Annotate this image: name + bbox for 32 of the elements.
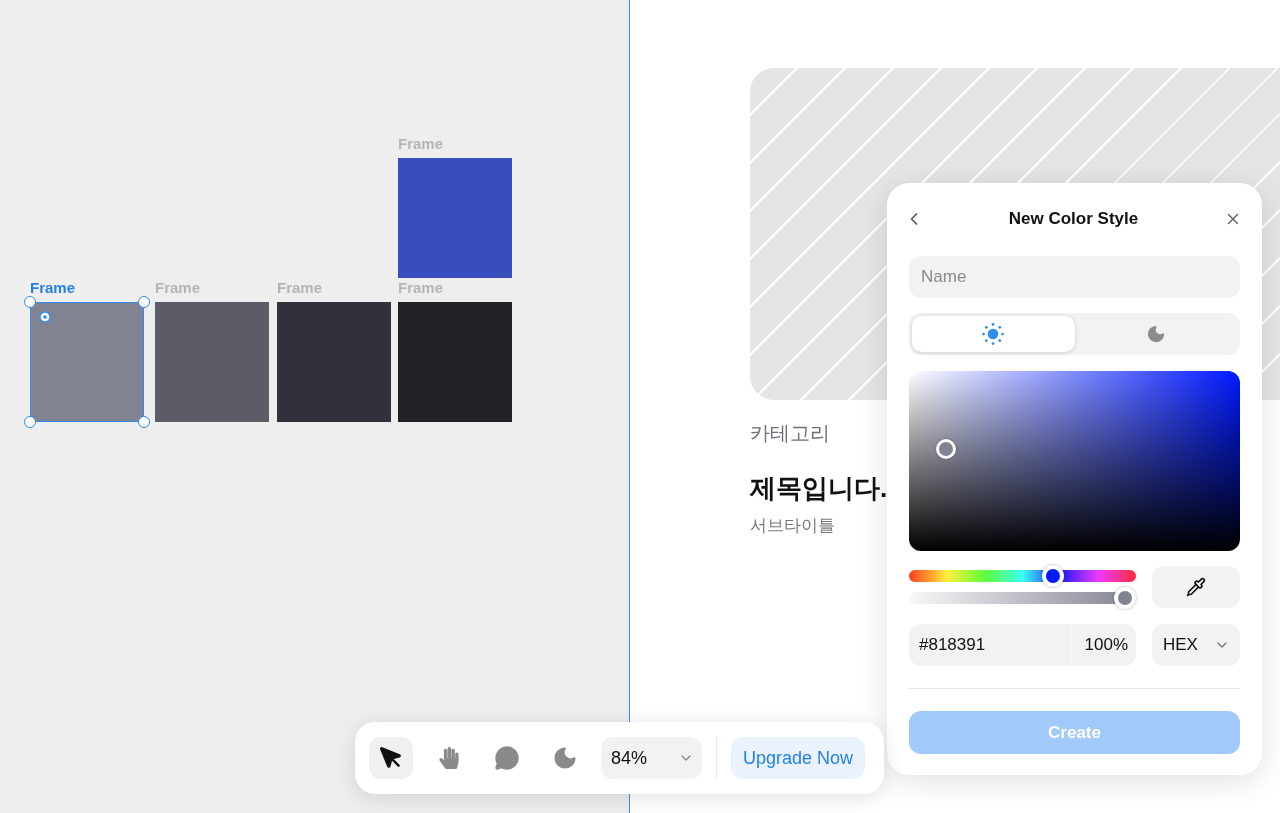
moon-icon bbox=[1145, 324, 1166, 344]
zoom-select[interactable]: 84% bbox=[601, 737, 702, 779]
resize-handle[interactable] bbox=[24, 416, 36, 428]
select-tool-button[interactable] bbox=[369, 737, 413, 779]
cursor-icon bbox=[378, 745, 404, 771]
dot-ring-icon bbox=[39, 311, 51, 323]
format-select[interactable]: HEX bbox=[1152, 624, 1240, 666]
frame-label: Frame bbox=[30, 280, 76, 296]
opacity-input[interactable]: 100% bbox=[1071, 624, 1136, 666]
resize-handle[interactable] bbox=[24, 296, 36, 308]
frame-label: Frame bbox=[398, 136, 444, 152]
color-picker-thumb[interactable] bbox=[935, 438, 956, 459]
eyedropper-icon bbox=[1186, 577, 1206, 597]
frame-label: Frame bbox=[277, 280, 323, 296]
card-title: 제목입니다. bbox=[750, 472, 888, 504]
frame-label: Frame bbox=[398, 280, 444, 296]
color-field[interactable] bbox=[909, 371, 1240, 551]
frame-label: Frame bbox=[155, 280, 201, 296]
moon-icon bbox=[552, 745, 578, 771]
upgrade-button[interactable]: Upgrade Now bbox=[731, 737, 866, 779]
speech-bubble-icon bbox=[494, 745, 520, 771]
resize-handle[interactable] bbox=[138, 296, 150, 308]
sun-icon bbox=[982, 323, 1005, 345]
category-label: 카테고리 bbox=[750, 421, 830, 446]
light-mode-tab[interactable] bbox=[912, 316, 1075, 352]
hex-input[interactable]: #818391 bbox=[909, 624, 1070, 666]
eyedropper-button[interactable] bbox=[1152, 566, 1240, 608]
panel-title: New Color Style bbox=[1008, 208, 1139, 231]
hand-icon bbox=[438, 747, 460, 769]
card-subtitle: 서브타이틀 bbox=[750, 515, 835, 537]
resize-handle[interactable] bbox=[138, 416, 150, 428]
name-input[interactable]: Name bbox=[909, 256, 1240, 298]
